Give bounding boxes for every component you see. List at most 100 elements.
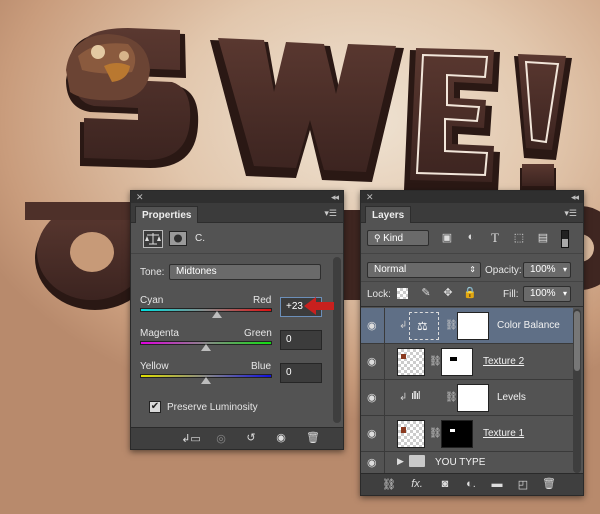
chevron-down-icon[interactable]: ▾	[563, 287, 567, 301]
layer-row-levels[interactable]: ◉ ↲ ıllıl ⛓ Levels	[361, 380, 573, 416]
filter-smart-object-icon[interactable]: ▤	[535, 231, 551, 244]
adjustment-header: C.	[131, 224, 343, 254]
layer-mask-thumbnail[interactable]	[441, 420, 473, 448]
filter-type-icon[interactable]: T	[487, 230, 503, 246]
new-layer-icon[interactable]: ◰	[513, 478, 533, 491]
adjustment-short-name: C.	[195, 233, 205, 244]
filter-shape-icon[interactable]: ⬚	[511, 231, 527, 244]
collapse-icon[interactable]: ◂◂	[331, 191, 339, 203]
cyan-red-value: +23	[286, 301, 303, 312]
new-group-folder-icon[interactable]: ▬	[487, 478, 507, 490]
layer-list: ◉ ↲ ⚖ ⛓ Color Balance ◉ ⛓ Texture 2 ◉ ↲ …	[361, 308, 583, 473]
spinner-arrows-icon: ⇕	[469, 265, 476, 274]
annotation-arrow-icon	[304, 297, 334, 315]
panel-menu-icon[interactable]: ▾☰	[324, 208, 337, 219]
tone-select[interactable]: Midtones	[169, 264, 321, 280]
cyan-label: Cyan	[140, 295, 164, 306]
magenta-green-value: 0	[286, 334, 292, 345]
color-balance-icon	[143, 230, 163, 248]
properties-bottom-bar: ↲▭ ◎ ↺ ◉ 🗑	[131, 427, 343, 449]
layer-name: Levels	[497, 392, 526, 403]
filter-kind-select[interactable]: ⚲ Kind	[367, 230, 429, 246]
visibility-eye-icon[interactable]: ◉	[367, 427, 381, 441]
visibility-eye-icon[interactable]: ◉	[271, 431, 291, 444]
blend-mode-value: Normal	[374, 264, 407, 275]
properties-tabrow: Properties ▾☰	[131, 203, 343, 223]
opacity-label: Opacity:	[485, 265, 522, 276]
tab-layers[interactable]: Layers	[365, 206, 412, 223]
new-adjustment-layer-icon[interactable]: ◐.	[461, 478, 481, 490]
reset-icon[interactable]: ↺	[241, 431, 261, 444]
blend-mode-select[interactable]: Normal ⇕	[367, 262, 481, 278]
tab-properties[interactable]: Properties	[135, 206, 199, 223]
layer-name: YOU TYPE	[435, 457, 486, 468]
adjustment-thumbnail: ⚖	[409, 312, 439, 340]
cyan-red-slider-thumb[interactable]	[212, 311, 222, 318]
clipping-arrow-icon: ↲	[399, 392, 408, 403]
lock-position-move-icon[interactable]: ✥	[441, 286, 455, 299]
filter-pixel-icon[interactable]: ▣	[439, 231, 455, 244]
layer-mask-thumbnail[interactable]	[457, 312, 489, 340]
trash-icon[interactable]: 🗑	[539, 477, 559, 490]
text-art-line-1	[66, 28, 572, 192]
filter-adjustment-icon[interactable]: ◐	[463, 231, 479, 243]
lock-row: Lock: ✎ ✥ 🔒 Fill: 100% ▾	[361, 281, 583, 307]
checkmark-icon: ✔	[150, 401, 160, 412]
magenta-green-slider-thumb[interactable]	[201, 344, 211, 351]
view-previous-state-icon[interactable]: ◎	[211, 432, 231, 445]
chain-link-icon[interactable]: ⛓	[429, 356, 442, 367]
layer-row-you-type-group[interactable]: ◉ ▶ YOU TYPE	[361, 452, 573, 473]
panel-menu-icon[interactable]: ▾☰	[564, 208, 577, 219]
visibility-eye-icon[interactable]: ◉	[367, 319, 381, 333]
levels-histogram-icon: ıllıl	[411, 390, 421, 402]
layers-scrollbar[interactable]	[573, 309, 581, 473]
fill-field[interactable]: 100% ▾	[523, 286, 571, 302]
opacity-field[interactable]: 100% ▾	[523, 262, 571, 278]
layers-bottom-bar: ⛓ fx. ◙ ◐. ▬ ◰ 🗑	[361, 473, 583, 495]
trash-icon[interactable]: 🗑	[303, 431, 323, 444]
chain-link-icon[interactable]: ⛓	[429, 428, 442, 439]
cyan-red-slider[interactable]	[140, 308, 272, 312]
layers-panel: ✕ ◂◂ Layers ▾☰ ⚲ Kind ▣ ◐ T ⬚ ▤ Normal ⇕…	[360, 190, 584, 496]
yellow-blue-value-field[interactable]: 0	[280, 363, 322, 383]
red-label: Red	[253, 295, 272, 306]
close-icon[interactable]: ✕	[366, 191, 374, 203]
visibility-eye-icon[interactable]: ◉	[367, 355, 381, 369]
layer-mask-thumbnail[interactable]	[441, 348, 473, 376]
layers-tabrow: Layers ▾☰	[361, 203, 583, 223]
chevron-down-icon[interactable]: ▾	[563, 263, 567, 277]
layer-mask-thumbnail[interactable]	[457, 384, 489, 412]
tone-label: Tone:	[140, 267, 165, 278]
visibility-eye-icon[interactable]: ◉	[367, 391, 381, 405]
lock-all-icon[interactable]: 🔒	[463, 286, 477, 299]
layer-style-fx-icon[interactable]: fx.	[405, 478, 429, 490]
layer-mask-icon[interactable]	[169, 231, 187, 246]
yellow-blue-slider-thumb[interactable]	[201, 377, 211, 384]
disclosure-triangle-icon[interactable]: ▶	[397, 456, 404, 467]
layers-panel-topbar: ✕ ◂◂	[361, 191, 583, 203]
visibility-eye-icon[interactable]: ◉	[367, 456, 381, 470]
filter-toggle-switch[interactable]	[561, 230, 569, 248]
clipping-arrow-icon: ↲	[399, 320, 408, 331]
layer-thumbnail	[397, 420, 425, 448]
layer-row-texture-1[interactable]: ◉ ⛓ Texture 1	[361, 416, 573, 452]
lock-pixels-brush-icon[interactable]: ✎	[419, 286, 433, 299]
chain-link-icon[interactable]: ⛓	[445, 392, 458, 403]
properties-scrollbar[interactable]	[333, 257, 341, 423]
collapse-icon[interactable]: ◂◂	[571, 191, 579, 203]
properties-panel-topbar: ✕ ◂◂	[131, 191, 343, 203]
yellow-label: Yellow	[140, 361, 169, 372]
link-layers-icon[interactable]: ⛓	[379, 478, 399, 491]
clip-to-layer-icon[interactable]: ↲▭	[181, 432, 201, 445]
preserve-luminosity-checkbox[interactable]: ✔	[149, 401, 161, 413]
filter-kind-value: Kind	[383, 233, 404, 244]
magenta-green-value-field[interactable]: 0	[280, 330, 322, 350]
layer-row-texture-2[interactable]: ◉ ⛓ Texture 2	[361, 344, 573, 380]
layer-row-color-balance[interactable]: ◉ ↲ ⚖ ⛓ Color Balance	[361, 308, 573, 344]
green-label: Green	[244, 328, 272, 339]
add-mask-icon[interactable]: ◙	[435, 478, 455, 490]
layers-scrollbar-thumb[interactable]	[574, 311, 580, 371]
chain-link-icon[interactable]: ⛓	[445, 320, 458, 331]
lock-transparent-icon[interactable]	[397, 288, 408, 299]
close-icon[interactable]: ✕	[136, 191, 144, 203]
